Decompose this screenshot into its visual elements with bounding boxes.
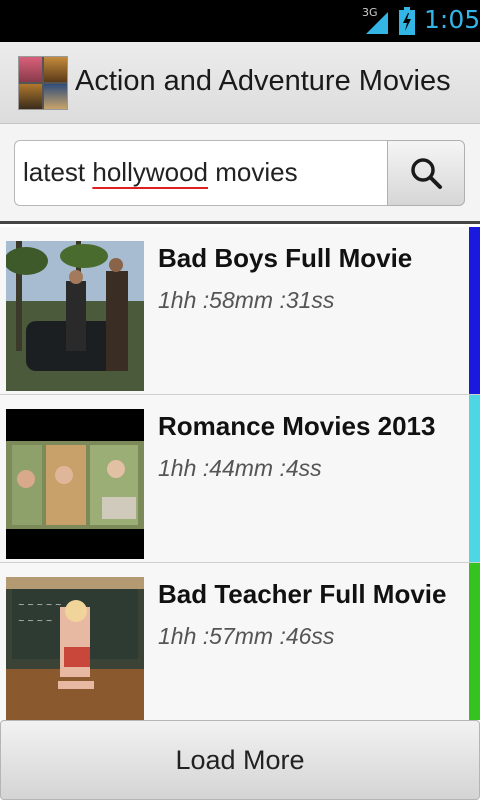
video-thumbnail — [6, 409, 144, 559]
item-accent-bar — [469, 395, 480, 562]
video-thumbnail: ~ ~ ~ ~ ~ ~ ~ ~ ~ — [6, 577, 144, 720]
video-title: Bad Teacher Full Movie — [158, 579, 447, 609]
video-title: Romance Movies 2013 — [158, 411, 436, 441]
search-text-prefix: latest — [23, 157, 93, 187]
video-title: Bad Boys Full Movie — [158, 243, 413, 273]
svg-text:~ ~ ~ ~ ~: ~ ~ ~ ~ ~ — [18, 600, 62, 609]
list-item[interactable]: Bad Boys Full Movie 1hh :58mm :31ss — [0, 227, 480, 395]
search-icon — [411, 158, 442, 189]
video-thumbnail — [6, 241, 144, 391]
status-bar: 3G 1:05 — [0, 0, 480, 42]
load-more-button[interactable]: Load More — [0, 720, 480, 800]
svg-text:~ ~ ~ ~: ~ ~ ~ ~ — [18, 616, 52, 625]
search-text-suffix: movies — [208, 157, 298, 187]
search-button[interactable] — [387, 140, 465, 206]
battery-charging-icon — [399, 7, 415, 35]
list-item[interactable]: Romance Movies 2013 1hh :44mm :4ss — [0, 395, 480, 563]
item-accent-bar — [469, 563, 480, 720]
search-bar: latest hollywood movies — [0, 124, 480, 224]
search-text-misspelled: hollywood — [92, 157, 209, 187]
clock: 1:05 — [424, 5, 480, 34]
video-duration: 1hh :57mm :46ss — [158, 623, 335, 649]
list-item[interactable]: ~ ~ ~ ~ ~ ~ ~ ~ ~ Bad Teacher Full Movie… — [0, 563, 480, 720]
signal-icon — [366, 12, 388, 34]
video-list[interactable]: Bad Boys Full Movie 1hh :58mm :31ss Roma… — [0, 227, 480, 720]
search-input[interactable]: latest hollywood movies — [14, 140, 388, 206]
item-accent-bar — [469, 227, 480, 394]
video-duration: 1hh :58mm :31ss — [158, 287, 335, 313]
app-title-bar: Action and Adventure Movies — [0, 42, 480, 124]
app-title: Action and Adventure Movies — [75, 65, 451, 97]
video-duration: 1hh :44mm :4ss — [158, 455, 322, 481]
app-logo — [18, 56, 68, 110]
